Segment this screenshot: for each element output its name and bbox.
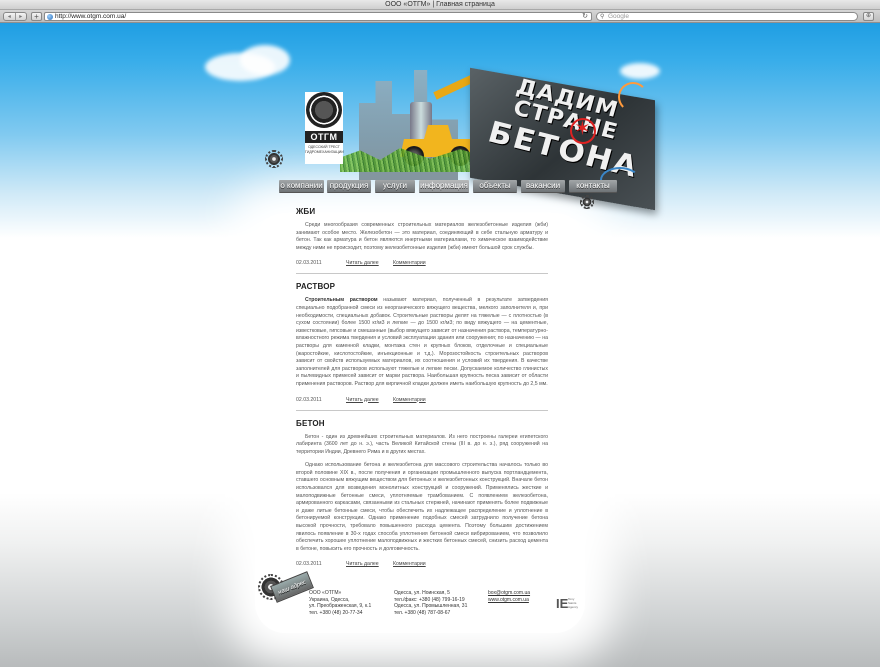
- comments-link[interactable]: Комментарии: [393, 561, 426, 567]
- article-title[interactable]: БЕТОН: [296, 419, 548, 428]
- nav-item-products[interactable]: продукция: [327, 180, 371, 192]
- divider: [296, 273, 548, 275]
- nav-item-about[interactable]: о компании: [279, 180, 324, 192]
- footer-links: box@otgm.com.ua www.otgm.com.ua: [488, 590, 530, 603]
- search-icon: ⚲: [600, 14, 605, 20]
- article-meta: 02.03.2011 Читать далее Комментарии: [296, 260, 548, 268]
- gear-icon: [580, 195, 594, 209]
- logo-subtitle: одесский трест гидромеханизации: [305, 145, 344, 154]
- window-title: ООО «ОТГМ» | Главная страница: [385, 1, 495, 8]
- article-date: 02.03.2011: [296, 260, 322, 267]
- read-more-link[interactable]: Читать далее: [346, 561, 379, 567]
- articles: ЖБИ Среди многообразия современных строи…: [296, 207, 548, 569]
- mixer-truck-icon: [306, 92, 342, 128]
- nav-item-services[interactable]: услуги: [375, 180, 415, 192]
- comments-link[interactable]: Комментарии: [393, 397, 426, 403]
- star-icon: [570, 116, 596, 144]
- article-text: Однако использование бетона и железобето…: [296, 462, 548, 552]
- nav-item-objects[interactable]: объекты: [473, 180, 517, 192]
- nav-item-contacts[interactable]: контакты: [569, 180, 617, 192]
- article-title[interactable]: РАСТВОР: [296, 282, 548, 291]
- article-text: Строительным раствором называют материал…: [296, 297, 548, 387]
- studio-logo[interactable]: IE Tony Saints Agency: [556, 596, 586, 612]
- swirl-decoration: [618, 82, 648, 112]
- cloud-decoration: [240, 45, 290, 75]
- company-logo[interactable]: ОТГМ одесский трест гидромеханизации: [305, 92, 344, 164]
- forward-icon[interactable]: ▸: [14, 13, 27, 20]
- footer: ООО «ОТГМ» Украина, Одесса, ул. Преображ…: [0, 590, 880, 630]
- email-link[interactable]: box@otgm.com.ua: [488, 590, 530, 597]
- article-date: 02.03.2011: [296, 396, 322, 403]
- main-nav: о компании продукция услуги информация о…: [279, 180, 637, 194]
- article-text: Среди многообразия современных строитель…: [296, 222, 548, 251]
- nav-item-information[interactable]: информация: [419, 180, 469, 192]
- site-link[interactable]: www.otgm.com.ua: [488, 597, 530, 604]
- article: РАСТВОР Строительным раствором называют …: [296, 282, 548, 404]
- studio-mark: IE: [556, 596, 569, 611]
- article-date: 02.03.2011: [296, 561, 322, 568]
- back-icon[interactable]: ◂: [4, 13, 15, 20]
- search-placeholder: Google: [608, 13, 629, 20]
- logo-name: ОТГМ: [305, 131, 343, 143]
- comments-link[interactable]: Комментарии: [393, 260, 426, 266]
- globe-icon: [47, 14, 53, 20]
- add-bookmark-button[interactable]: +: [31, 12, 42, 21]
- nav-buttons: ◂ ▸: [3, 12, 27, 21]
- browser-toolbar: ◂ ▸ + http://www.otgm.com.ua/ ↻ ⚲ Google…: [0, 10, 880, 23]
- address-bar[interactable]: http://www.otgm.com.ua/ ↻: [44, 12, 592, 21]
- search-input[interactable]: ⚲ Google: [596, 12, 858, 21]
- footer-address-2: Одесса, ул. Ноинская, 5 тел./факс: +380 …: [394, 590, 468, 616]
- page-menu-button[interactable]: ⊕: [863, 12, 874, 21]
- studio-name: Tony Saints Agency: [568, 597, 579, 609]
- article-title[interactable]: ЖБИ: [296, 207, 548, 216]
- window-titlebar: ООО «ОТГМ» | Главная страница: [0, 0, 880, 10]
- read-more-link[interactable]: Читать далее: [346, 397, 379, 403]
- article: ЖБИ Среди многообразия современных строи…: [296, 207, 548, 268]
- article-text: Бетон - один из древнейших строительных …: [296, 433, 548, 455]
- article: БЕТОН Бетон - один из древнейших строите…: [296, 419, 548, 570]
- gear-icon: [265, 150, 283, 168]
- divider: [296, 409, 548, 411]
- article-meta: 02.03.2011 Читать далее Комментарии: [296, 561, 548, 569]
- footer-address-1: ООО «ОТГМ» Украина, Одесса, ул. Преображ…: [309, 590, 372, 616]
- nav-item-vacancies[interactable]: вакансии: [521, 180, 565, 192]
- read-more-link[interactable]: Читать далее: [346, 260, 379, 266]
- article-meta: 02.03.2011 Читать далее Комментарии: [296, 397, 548, 405]
- reload-icon[interactable]: ↻: [582, 13, 588, 21]
- url-text: http://www.otgm.com.ua/: [55, 13, 127, 20]
